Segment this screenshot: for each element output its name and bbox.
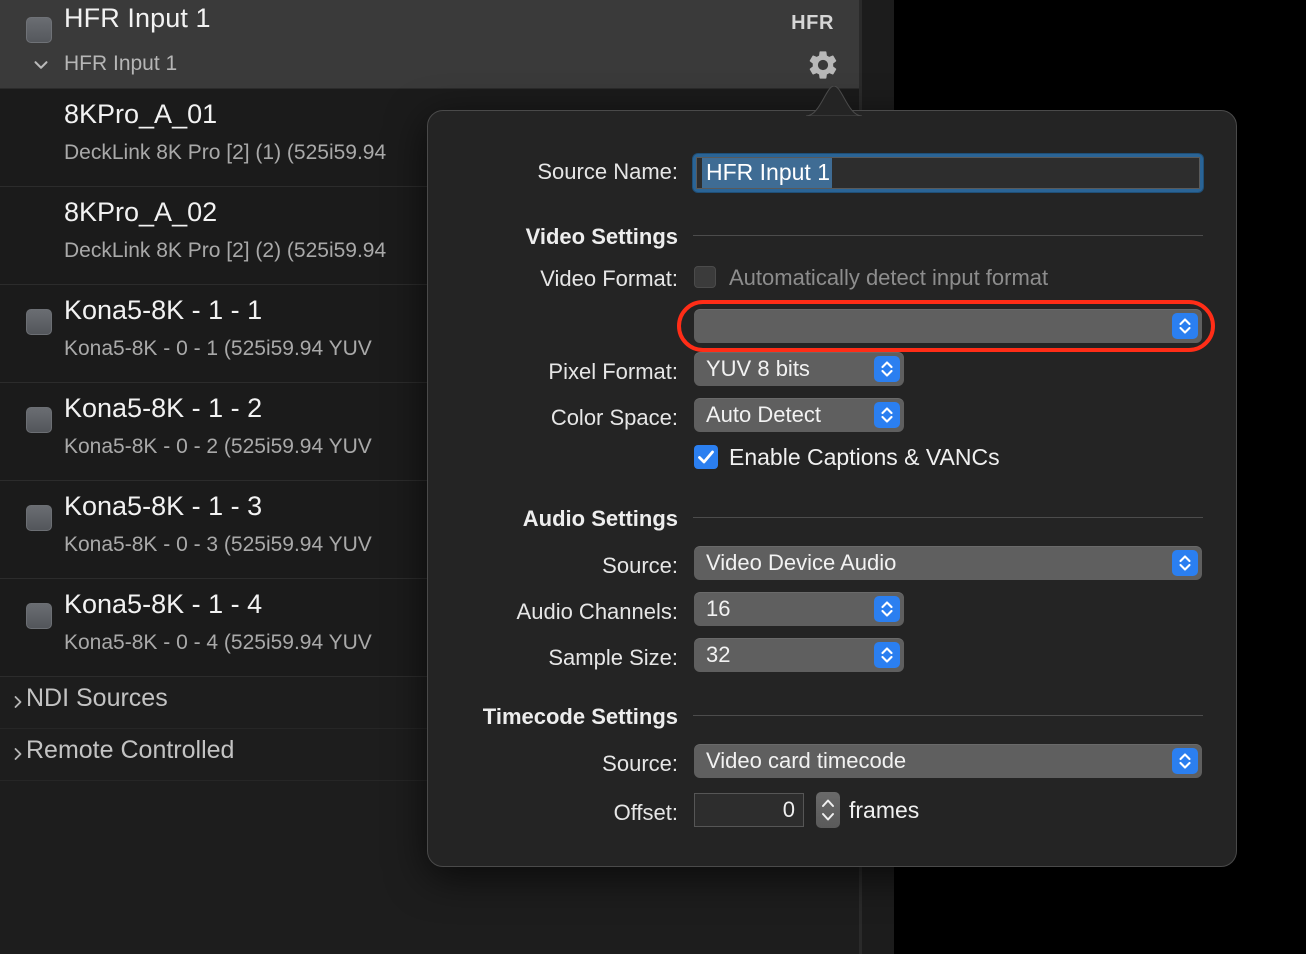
section-label: Remote Controlled — [26, 736, 235, 764]
source-checkbox[interactable] — [26, 603, 52, 629]
audio-channels-value: 16 — [706, 596, 731, 621]
source-name-input-inner: HFR Input 1 — [696, 157, 1200, 189]
video-format-label: Video Format: — [540, 266, 678, 291]
timecode-source-select[interactable]: Video card timecode — [694, 744, 1202, 778]
chevron-right-icon — [8, 742, 28, 766]
audio-channels-select[interactable]: 16 — [694, 592, 904, 626]
timecode-source-value: Video card timecode — [706, 748, 907, 773]
group-subtitle: HFR Input 1 — [64, 52, 178, 75]
popover-arrow — [805, 85, 863, 117]
offset-unit-label: frames — [849, 797, 920, 823]
enable-captions-checkbox[interactable] — [694, 445, 718, 469]
chevron-updown-icon — [874, 596, 900, 622]
chevron-updown-icon — [1172, 550, 1198, 576]
source-checkbox[interactable] — [26, 407, 52, 433]
audio-settings-title: Audio Settings — [522, 506, 678, 531]
sample-size-select[interactable]: 32 — [694, 638, 904, 672]
chevron-updown-icon — [874, 402, 900, 428]
source-name: Kona5-8K - 1 - 1 — [64, 295, 263, 325]
color-space-value: Auto Detect — [706, 402, 821, 427]
audio-source-select[interactable]: Video Device Audio — [694, 546, 1202, 580]
source-checkbox[interactable] — [26, 505, 52, 531]
gear-icon[interactable] — [806, 48, 840, 82]
audio-source-value: Video Device Audio — [706, 550, 897, 575]
enable-captions-label: Enable Captions & VANCs — [729, 444, 1000, 470]
section-label: NDI Sources — [26, 684, 168, 712]
source-name-value: HFR Input 1 — [702, 158, 832, 188]
source-name-input[interactable]: HFR Input 1 — [693, 154, 1203, 192]
group-checkbox[interactable] — [26, 17, 52, 43]
auto-detect-label: Automatically detect input format — [729, 265, 1049, 290]
offset-label: Offset: — [613, 800, 678, 825]
pixel-format-select[interactable]: YUV 8 bits — [694, 352, 904, 386]
audio-settings-rule — [693, 517, 1203, 518]
source-name: Kona5-8K - 1 - 2 — [64, 393, 263, 423]
chevron-down-icon[interactable] — [30, 54, 52, 76]
source-group-header[interactable]: HFR Input 1 HFR HFR Input 1 — [0, 0, 862, 89]
color-space-select[interactable]: Auto Detect — [694, 398, 904, 432]
chevron-updown-icon — [1172, 313, 1198, 339]
offset-value: 0 — [782, 797, 795, 822]
source-name: 8KPro_A_01 — [64, 99, 218, 129]
source-description: Kona5-8K - 0 - 3 (525i59.94 YUV — [64, 533, 372, 556]
chevron-updown-icon — [874, 642, 900, 668]
chevron-right-icon — [8, 690, 28, 714]
source-checkbox[interactable] — [26, 309, 52, 335]
video-settings-title: Video Settings — [525, 224, 678, 249]
sample-size-label: Sample Size: — [548, 645, 678, 670]
group-title: HFR Input 1 — [64, 3, 211, 33]
timecode-settings-title: Timecode Settings — [482, 704, 678, 729]
audio-source-label: Source: — [602, 553, 678, 578]
pixel-format-value: YUV 8 bits — [706, 356, 810, 381]
source-description: Kona5-8K - 0 - 1 (525i59.94 YUV — [64, 337, 372, 360]
source-settings-popover: Source Name: HFR Input 1 Video Settings … — [427, 110, 1237, 867]
chevron-updown-icon — [874, 356, 900, 382]
source-description: Kona5-8K - 0 - 2 (525i59.94 YUV — [64, 435, 372, 458]
sample-size-value: 32 — [706, 642, 731, 667]
audio-channels-label: Audio Channels: — [516, 599, 678, 624]
offset-input[interactable]: 0 — [694, 793, 804, 827]
application-window: HFR Input 1 HFR HFR Input 1 8KPro_A_01 D… — [0, 0, 1306, 954]
source-name: Kona5-8K - 1 - 4 — [64, 589, 263, 619]
pixel-format-label: Pixel Format: — [548, 359, 678, 384]
source-name-label: Source Name: — [537, 159, 678, 184]
video-format-select[interactable] — [694, 309, 1202, 343]
auto-detect-checkbox — [694, 266, 716, 288]
source-name: Kona5-8K - 1 - 3 — [64, 491, 263, 521]
chevron-updown-icon — [1172, 748, 1198, 774]
offset-stepper[interactable] — [816, 792, 840, 828]
color-space-label: Color Space: — [550, 405, 678, 430]
video-settings-rule — [693, 235, 1203, 236]
source-description: DeckLink 8K Pro [2] (1) (525i59.94 — [64, 141, 387, 164]
group-badge-hfr: HFR — [791, 12, 834, 34]
timecode-source-label: Source: — [602, 751, 678, 776]
source-name: 8KPro_A_02 — [64, 197, 218, 227]
source-description: DeckLink 8K Pro [2] (2) (525i59.94 — [64, 239, 387, 262]
source-description: Kona5-8K - 0 - 4 (525i59.94 YUV — [64, 631, 372, 654]
timecode-settings-rule — [693, 715, 1203, 716]
